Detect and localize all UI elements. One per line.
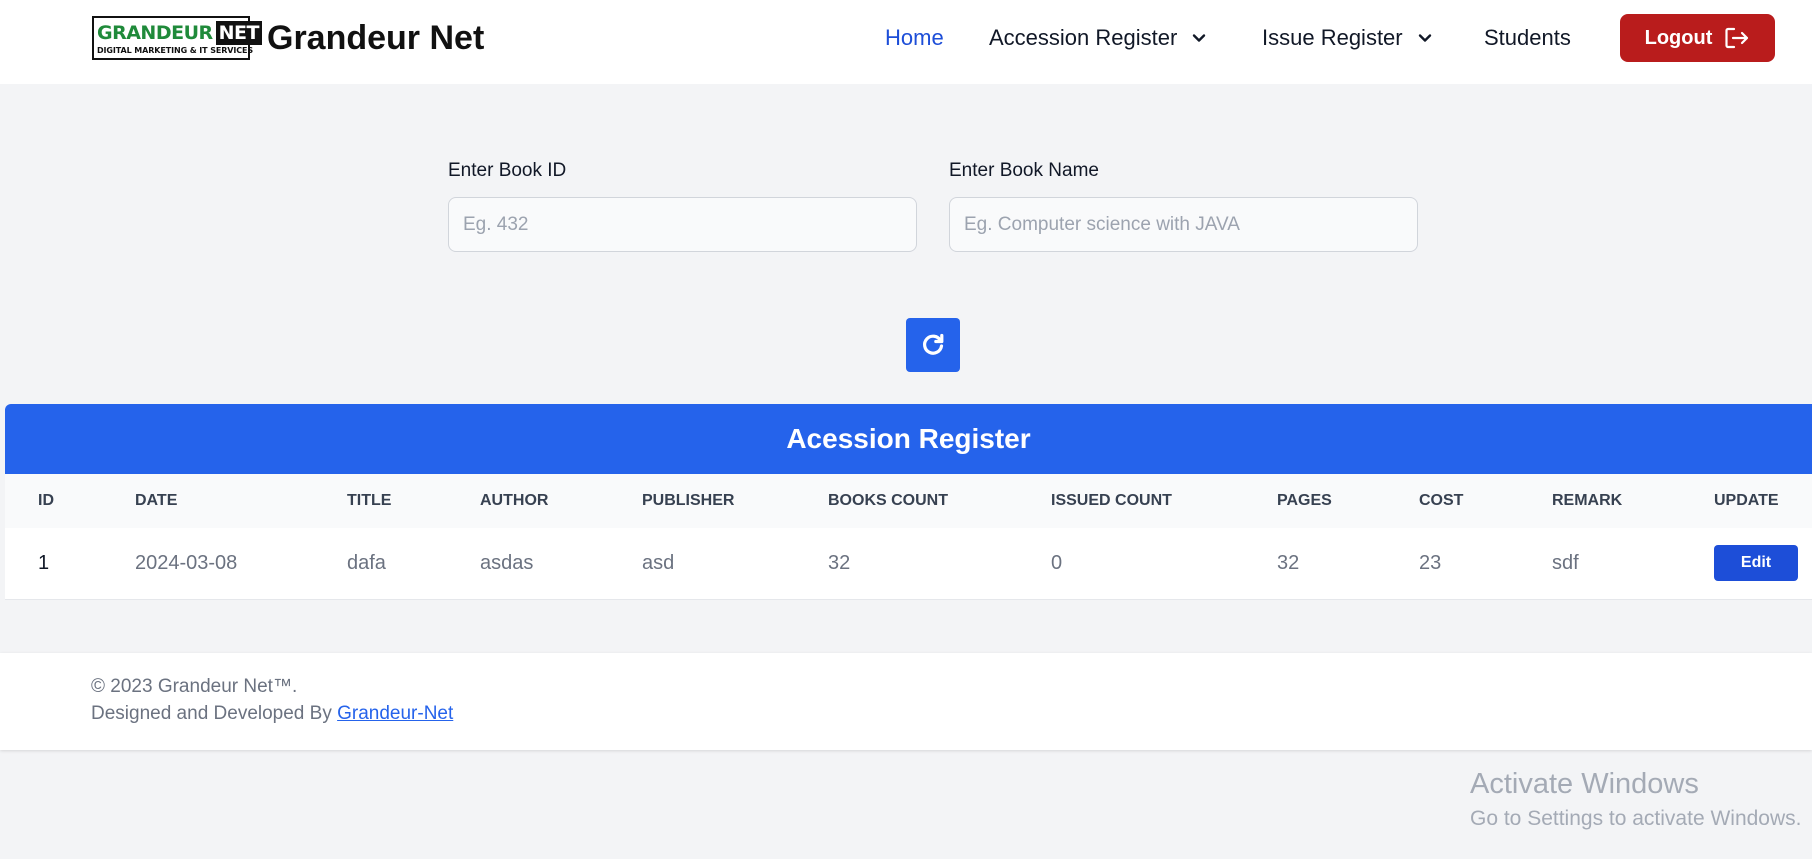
refresh-button[interactable] (906, 318, 960, 372)
chevron-down-icon (1193, 34, 1206, 42)
cell-issued-count: 0 (1051, 552, 1063, 574)
nav-students-label: Students (1484, 25, 1571, 50)
footer-credit: Designed and Developed By Grandeur-Net (91, 701, 453, 727)
cell-date: 2024-03-08 (135, 552, 238, 574)
navbar: GRANDEUR NET DIGITAL MARKETING & IT SERV… (0, 0, 1812, 84)
cell-title: dafa (347, 552, 386, 574)
brand-logo[interactable]: GRANDEUR NET DIGITAL MARKETING & IT SERV… (92, 16, 262, 60)
footer-credit-link[interactable]: Grandeur-Net (337, 703, 453, 724)
column-header-cost: COST (1419, 492, 1464, 509)
activate-windows-subtitle: Go to Settings to activate Windows. (1470, 807, 1802, 830)
table-row: 1 2024-03-08 dafa asdas asd 32 0 32 23 s… (5, 528, 1812, 600)
column-header-author: AUTHOR (480, 492, 549, 509)
column-header-books-count: BOOKS COUNT (828, 492, 948, 509)
column-header-update: UPDATE (1714, 492, 1779, 509)
nav-issue-register[interactable]: Issue Register (1262, 24, 1433, 52)
column-header-remark: REMARK (1552, 492, 1623, 509)
column-header-date: DATE (135, 492, 178, 509)
logo-word-grandeur: GRANDEUR (97, 22, 213, 44)
logout-button[interactable]: Logout (1620, 14, 1775, 62)
book-name-input[interactable] (949, 197, 1418, 252)
refresh-icon (923, 333, 944, 355)
column-header-title: TITLE (347, 492, 392, 509)
activate-windows-title: Activate Windows (1470, 768, 1699, 800)
nav-home-label: Home (885, 25, 944, 50)
book-name-label: Enter Book Name (949, 160, 1099, 181)
cell-books-count: 32 (828, 552, 851, 574)
column-header-issued-count: ISSUED COUNT (1051, 492, 1172, 509)
column-header-id: ID (38, 492, 54, 509)
column-header-pages: PAGES (1277, 492, 1332, 509)
logo-tagline: DIGITAL MARKETING & IT SERVICES (97, 46, 254, 55)
footer-copyright: © 2023 Grandeur Net™. (91, 676, 298, 697)
nav-students[interactable]: Students (1484, 24, 1571, 52)
nav-accession-register-label: Accession Register (989, 25, 1178, 50)
logout-icon (1725, 27, 1749, 49)
cell-id: 1 (38, 552, 50, 574)
edit-button[interactable]: Edit (1714, 545, 1798, 581)
cell-cost: 23 (1419, 552, 1442, 574)
table-header-row: ID DATE TITLE AUTHOR PUBLISHER BOOKS COU… (5, 474, 1812, 528)
brand-name[interactable]: Grandeur Net (267, 18, 484, 58)
cell-publisher: asd (642, 552, 675, 574)
cell-author: asdas (480, 552, 534, 574)
footer: © 2023 Grandeur Net™. Designed and Devel… (0, 653, 1812, 750)
nav-issue-register-label: Issue Register (1262, 25, 1403, 50)
nav-accession-register[interactable]: Accession Register (989, 24, 1207, 52)
table-title: Acession Register (5, 404, 1812, 474)
cell-pages: 32 (1277, 552, 1300, 574)
footer-credit-text: Designed and Developed By (91, 703, 338, 724)
book-id-label: Enter Book ID (448, 160, 567, 181)
book-id-input[interactable] (448, 197, 917, 252)
accession-register-table: Acession Register ID DATE TITLE AUTHOR P… (5, 404, 1812, 600)
logo-wordmark: GRANDEUR NET (97, 21, 262, 45)
chevron-down-icon (1418, 34, 1431, 42)
logout-label: Logout (1644, 26, 1713, 49)
cell-remark: sdf (1552, 552, 1579, 574)
logo-word-net: NET (215, 21, 262, 45)
column-header-publisher: PUBLISHER (642, 492, 735, 509)
nav-home[interactable]: Home (885, 24, 944, 52)
